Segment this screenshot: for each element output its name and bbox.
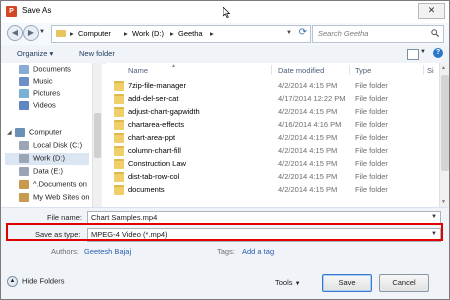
search-input[interactable]: Search Geetha	[312, 25, 444, 43]
nav-item-work-d[interactable]: Work (D:)	[5, 153, 89, 165]
nav-item-my-web-sites[interactable]: My Web Sites on	[19, 192, 99, 204]
authors-label: Authors:	[51, 247, 79, 256]
dialog-title: Save As	[22, 6, 52, 15]
save-as-dialog: P Save As ✕ ◀ ▶ ▼ ▸ Computer ▸ Work (D:)…	[0, 0, 450, 300]
recent-locations-dropdown-icon[interactable]: ▼	[39, 29, 45, 35]
drive-icon	[19, 166, 29, 176]
network-drive-icon	[19, 192, 29, 202]
file-row[interactable]: chartarea-effects 4/16/2014 4:16 PM File…	[111, 118, 433, 131]
authors-value[interactable]: Geetesh Bajaj	[84, 247, 131, 256]
breadcrumb-geetha[interactable]: Geetha	[178, 29, 203, 38]
scroll-up-arrow-icon[interactable]: ▲	[441, 65, 446, 71]
file-row[interactable]: add-del-ser-cat 4/17/2014 12:22 PM File …	[111, 92, 433, 105]
folder-icon	[114, 107, 124, 117]
folder-icon	[114, 133, 124, 143]
save-options-panel: File name: Chart Samples.mp4 ▼ Save as t…	[1, 207, 449, 299]
nav-item-pictures[interactable]: Pictures	[19, 88, 99, 100]
tags-label: Tags:	[217, 247, 235, 256]
network-drive-icon	[19, 179, 29, 189]
save-as-type-highlight-box	[6, 223, 443, 241]
breadcrumb-separator[interactable]: ▸	[70, 29, 74, 38]
file-row[interactable]: chart-area-ppt 4/2/2014 4:15 PM File fol…	[111, 131, 433, 144]
mouse-cursor-icon	[223, 7, 231, 18]
title-bar: P Save As ✕	[1, 1, 449, 23]
command-toolbar: Organize ▾ New folder ▼ ?	[1, 45, 449, 64]
nav-item-computer[interactable]: Computer	[15, 127, 95, 139]
breadcrumb-separator[interactable]: ▸	[124, 29, 128, 38]
file-list: Name ▲ Date modified Type Si 7zip-file-m…	[105, 63, 449, 207]
file-row[interactable]: dist-tab-row-col 4/2/2014 4:15 PM File f…	[111, 170, 433, 183]
back-button[interactable]: ◀	[7, 25, 23, 41]
address-row: ◀ ▶ ▼ ▸ Computer ▸ Work (D:) ▸ Geetha ▸ …	[1, 23, 449, 45]
breadcrumb-separator[interactable]: ▸	[170, 29, 174, 38]
folder-icon	[114, 159, 124, 169]
help-icon[interactable]: ?	[433, 48, 443, 58]
nav-scrollbar[interactable]	[92, 63, 102, 207]
new-folder-button[interactable]: New folder	[79, 49, 115, 58]
file-name-label: File name:	[47, 213, 83, 222]
chevron-up-icon: ▲	[7, 276, 18, 287]
nav-item-documents-network[interactable]: ^.Documents on	[19, 179, 99, 191]
column-divider[interactable]	[423, 65, 424, 75]
folder-icon	[114, 81, 124, 91]
file-row[interactable]: Construction Law 4/2/2014 4:15 PM File f…	[111, 157, 433, 170]
expand-computer-icon[interactable]: ◢	[7, 129, 12, 136]
pictures-icon	[19, 88, 29, 98]
address-dropdown-icon[interactable]: ▼	[286, 30, 292, 36]
hide-folders-toggle[interactable]: ▲ Hide Folders	[7, 276, 65, 287]
file-list-scrollbar[interactable]: ▲ ▼	[439, 63, 449, 207]
column-header-size[interactable]: Si	[427, 66, 434, 75]
column-divider[interactable]	[271, 65, 272, 75]
folder-icon	[114, 94, 124, 104]
breadcrumb-computer[interactable]: Computer	[78, 29, 111, 38]
sort-ascending-icon: ▲	[171, 63, 176, 69]
file-row[interactable]: adjust-chart-gapwidth 4/2/2014 4:15 PM F…	[111, 105, 433, 118]
folder-icon	[114, 120, 124, 130]
file-row[interactable]: documents 4/2/2014 4:15 PM File folder	[111, 183, 433, 196]
nav-item-music[interactable]: Music	[19, 76, 99, 88]
breadcrumb-separator[interactable]: ▸	[210, 29, 214, 38]
folder-icon	[114, 185, 124, 195]
drive-icon	[19, 153, 29, 163]
drive-icon	[19, 140, 29, 150]
chevron-down-icon: ▼	[294, 281, 301, 287]
powerpoint-app-icon: P	[6, 6, 17, 17]
close-button[interactable]: ✕	[418, 3, 445, 19]
scroll-down-arrow-icon[interactable]: ▼	[441, 199, 446, 205]
column-header-name[interactable]: Name	[128, 66, 148, 75]
file-list-scroll-thumb[interactable]	[441, 75, 449, 171]
nav-item-videos[interactable]: Videos	[19, 100, 99, 112]
forward-button[interactable]: ▶	[23, 25, 39, 41]
nav-item-documents[interactable]: Documents	[19, 64, 99, 76]
refresh-icon[interactable]: ⟳	[299, 27, 307, 38]
computer-icon	[15, 127, 25, 137]
tags-input[interactable]: Add a tag	[242, 247, 274, 256]
change-view-icon[interactable]	[407, 49, 419, 60]
file-row[interactable]: 7zip-file-manager 4/2/2014 4:15 PM File …	[111, 79, 433, 92]
music-icon	[19, 76, 29, 86]
nav-item-local-disk-c[interactable]: Local Disk (C:)	[19, 140, 99, 152]
column-header-type[interactable]: Type	[355, 66, 371, 75]
column-divider[interactable]	[349, 65, 350, 75]
search-icon[interactable]	[431, 29, 439, 37]
cancel-button[interactable]: Cancel	[379, 274, 429, 292]
view-dropdown-icon[interactable]: ▼	[420, 49, 426, 55]
address-bar[interactable]: ▸ Computer ▸ Work (D:) ▸ Geetha ▸ ▼ ⟳	[51, 25, 311, 43]
nav-item-data-e[interactable]: Data (E:)	[19, 166, 99, 178]
nav-scroll-thumb[interactable]	[94, 113, 101, 158]
organize-menu[interactable]: Organize ▾	[17, 49, 53, 58]
tools-menu[interactable]: Tools ▼	[275, 278, 301, 287]
navigation-pane: Documents Music Pictures Videos ◢ Comput…	[1, 63, 103, 207]
breadcrumb-work-drive[interactable]: Work (D:)	[132, 29, 164, 38]
chevron-down-icon[interactable]: ▼	[431, 214, 437, 220]
file-row[interactable]: column-chart-fill 4/2/2014 4:15 PM File …	[111, 144, 433, 157]
save-button[interactable]: Save	[322, 274, 372, 292]
documents-icon	[19, 64, 29, 74]
folder-icon	[114, 172, 124, 182]
folder-icon	[56, 30, 66, 37]
search-placeholder: Search Geetha	[318, 29, 369, 38]
videos-icon	[19, 100, 29, 110]
folder-icon	[114, 146, 124, 156]
column-header-date-modified[interactable]: Date modified	[278, 66, 324, 75]
